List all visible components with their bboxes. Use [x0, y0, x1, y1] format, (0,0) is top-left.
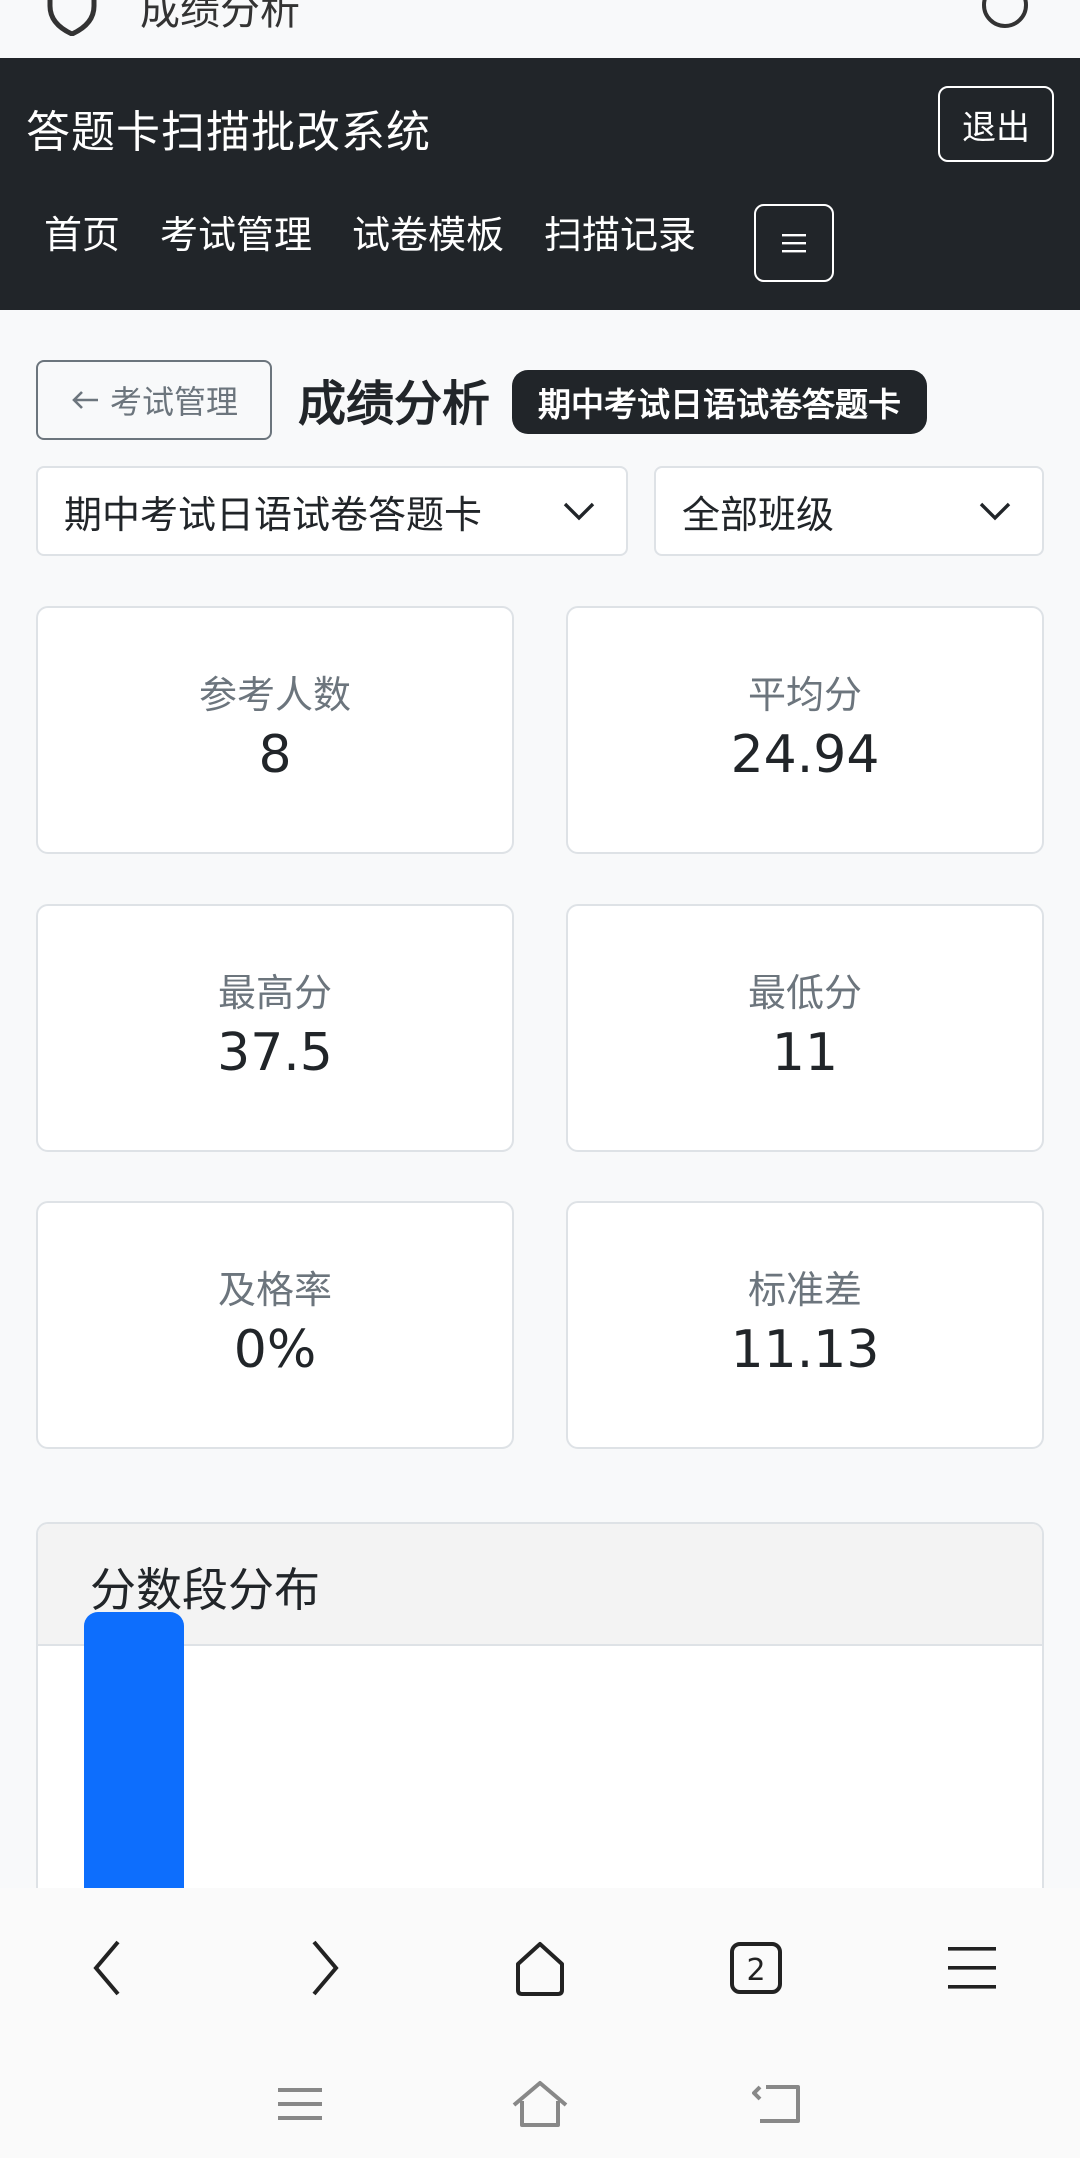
browser-top-bar: 成绩分析: [0, 0, 1080, 58]
chart-bar: [84, 1612, 184, 1894]
browser-page-title: 成绩分析: [140, 0, 300, 34]
nav-link-exam-management[interactable]: 考试管理: [160, 216, 312, 254]
stat-card-std-dev: 标准差 11.13: [566, 1201, 1044, 1449]
navbar-toggle-button[interactable]: [754, 204, 834, 282]
hamburger-icon: [782, 234, 806, 253]
stat-label: 及格率: [217, 1268, 332, 1312]
system-back-button[interactable]: [730, 2064, 830, 2144]
stat-card-pass-rate: 及格率 0%: [36, 1201, 514, 1449]
stat-value: 11.13: [730, 1320, 880, 1380]
stat-card-average: 平均分 24.94: [566, 606, 1044, 854]
class-select[interactable]: 全部班级: [654, 466, 1044, 556]
nav-links: 首页 考试管理 试卷模板 扫描记录: [44, 216, 696, 254]
more-options-icon[interactable]: [980, 0, 1030, 34]
chevron-down-icon: [563, 502, 595, 521]
stat-card-min: 最低分 11: [566, 904, 1044, 1152]
tabs-button[interactable]: 2: [706, 1928, 806, 2008]
home-icon: [516, 1942, 564, 1996]
system-home-button[interactable]: [490, 2064, 590, 2144]
home-outline-icon: [512, 2081, 568, 2127]
nav-link-scan-records[interactable]: 扫描记录: [544, 216, 696, 254]
system-recents-button[interactable]: [250, 2064, 350, 2144]
browser-menu-button[interactable]: [922, 1928, 1022, 2008]
stat-value: 37.5: [217, 1023, 333, 1083]
chevron-left-icon: [93, 1940, 120, 1996]
stat-card-participants: 参考人数 8: [36, 606, 514, 854]
stat-label: 最高分: [217, 971, 332, 1015]
class-select-value: 全部班级: [682, 492, 835, 537]
tab-count: 2: [746, 1953, 765, 1988]
nav-link-home[interactable]: 首页: [44, 216, 120, 254]
browser-bottom-bar: 2: [0, 1888, 1080, 2158]
tabs-icon: 2: [730, 1942, 782, 1994]
stat-value: 8: [258, 725, 292, 785]
back-nav-button[interactable]: [58, 1928, 158, 2008]
stat-label: 最低分: [747, 971, 862, 1015]
stat-card-max: 最高分 37.5: [36, 904, 514, 1152]
back-button-label: 考试管理: [109, 383, 238, 421]
page-title: 成绩分析: [298, 376, 491, 432]
score-distribution-card: 分数段分布: [36, 1522, 1044, 1894]
stat-value: 11: [771, 1023, 839, 1083]
arrow-left-icon: [72, 391, 98, 409]
navbar: 答题卡扫描批改系统 退出 首页 考试管理 试卷模板 扫描记录: [0, 58, 1080, 310]
nav-link-templates[interactable]: 试卷模板: [352, 216, 504, 254]
brand-title[interactable]: 答题卡扫描批改系统: [26, 96, 431, 160]
menu-icon: [948, 1947, 996, 1989]
shield-icon[interactable]: [42, 0, 102, 40]
exam-badge: 期中考试日语试卷答题卡: [512, 370, 927, 434]
stat-value: 0%: [233, 1320, 317, 1380]
exam-select[interactable]: 期中考试日语试卷答题卡: [36, 466, 628, 556]
stat-label: 平均分: [747, 673, 862, 717]
back-arrow-icon: [752, 2085, 800, 2123]
stat-value: 24.94: [730, 725, 880, 785]
chevron-right-icon: [312, 1940, 339, 1996]
forward-nav-button[interactable]: [274, 1928, 374, 2008]
stat-label: 标准差: [747, 1268, 862, 1312]
home-nav-button[interactable]: [490, 1928, 590, 2008]
chevron-down-icon: [979, 502, 1011, 521]
stat-label: 参考人数: [198, 673, 351, 717]
logout-button[interactable]: 退出: [938, 86, 1054, 162]
recents-icon: [278, 2088, 322, 2120]
score-distribution-chart: [84, 1612, 184, 1894]
back-button[interactable]: 考试管理: [36, 360, 272, 440]
exam-select-value: 期中考试日语试卷答题卡: [64, 492, 483, 537]
